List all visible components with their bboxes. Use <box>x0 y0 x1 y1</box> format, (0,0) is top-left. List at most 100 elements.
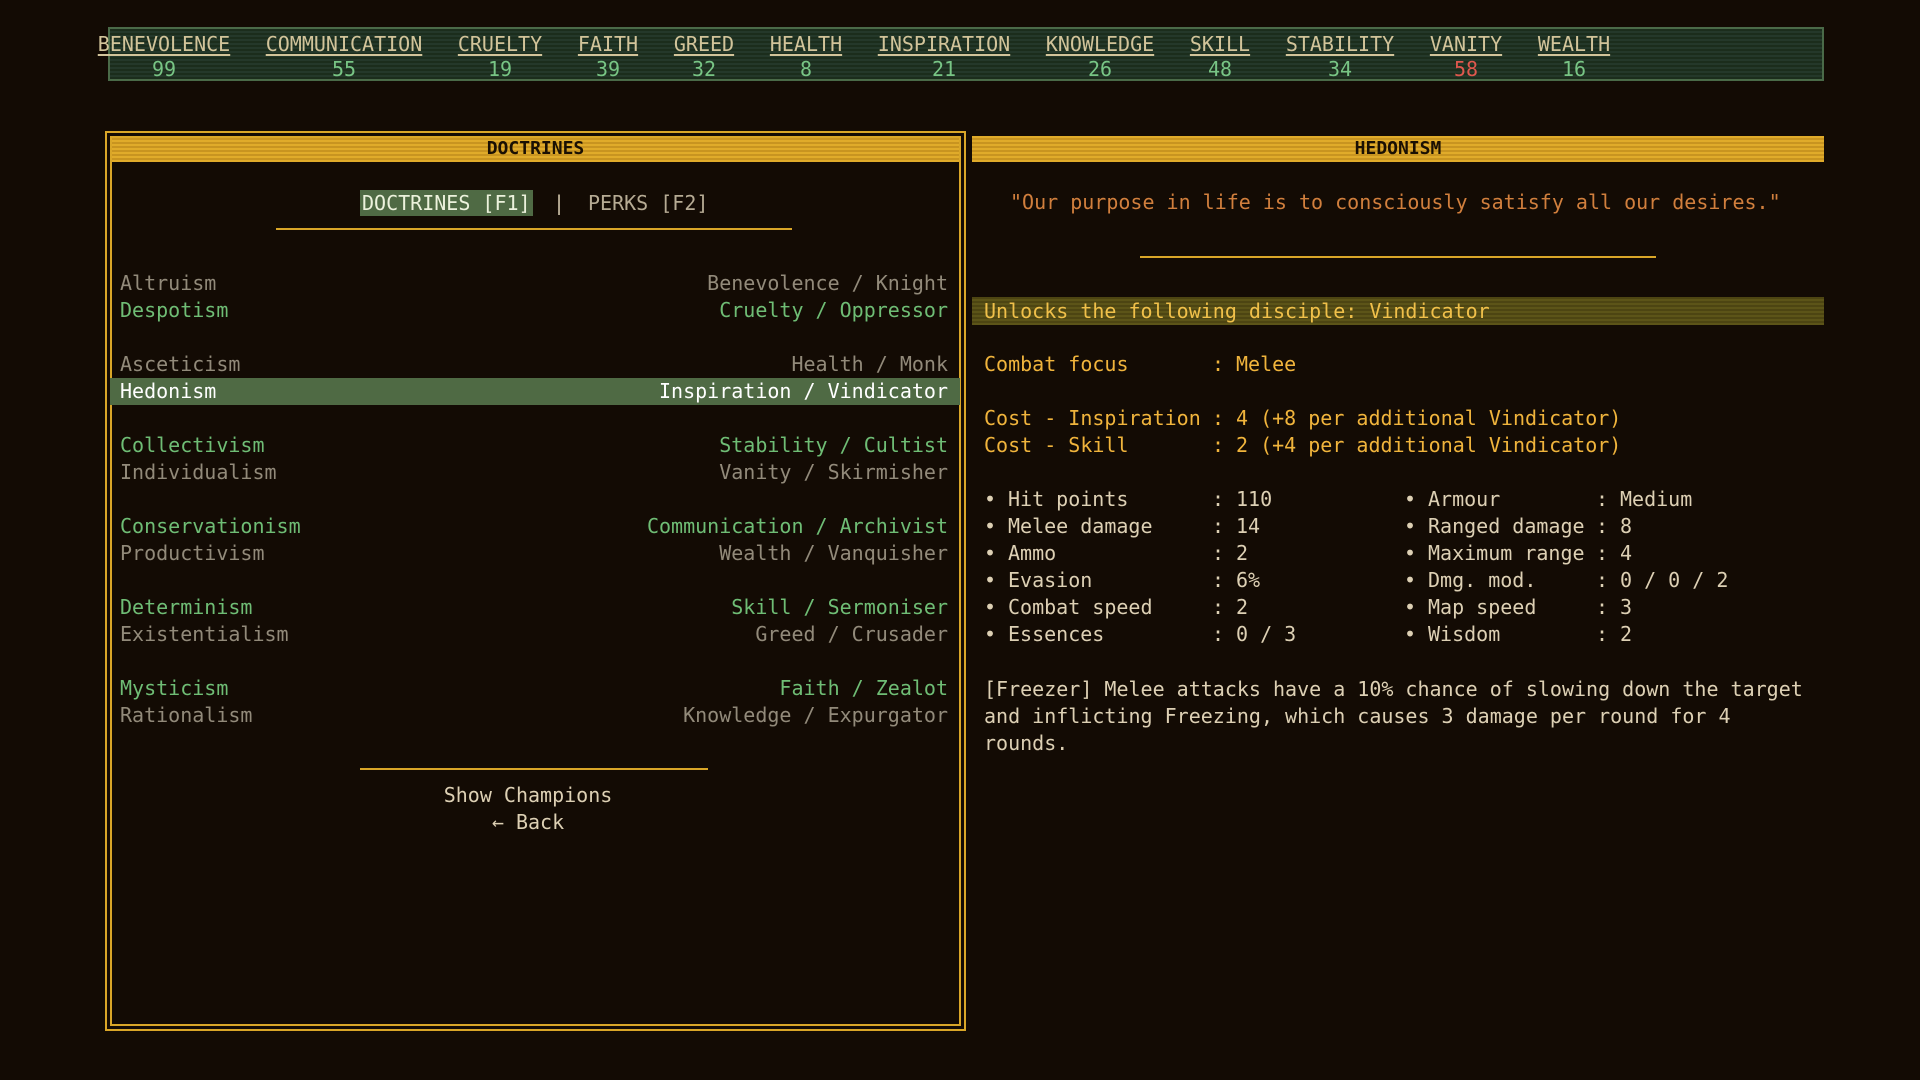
tab-separator: | <box>553 191 566 215</box>
bullet-icon: • <box>1404 622 1417 646</box>
colon-separator: : <box>1596 622 1609 646</box>
resource-vanity: VANITY 58 <box>1430 29 1502 81</box>
resource-value: 55 <box>331 57 357 81</box>
combat-focus-value: Melee <box>1236 352 1297 376</box>
resource-name: SKILL <box>1189 32 1251 56</box>
resource-cruelty: CRUELTY 19 <box>458 29 542 81</box>
resource-value: 48 <box>1207 57 1233 81</box>
doctrine-row-altruism[interactable]: Altruism Benevolence / Knight <box>110 270 960 297</box>
resource-value: 99 <box>151 57 177 81</box>
doctrine-name: Collectivism <box>120 433 265 457</box>
quote-divider <box>1140 256 1656 258</box>
bullet-icon: • <box>984 514 997 538</box>
resource-stability: STABILITY 34 <box>1286 29 1394 81</box>
stat-value: Medium <box>1620 487 1693 511</box>
bullet-icon: • <box>1404 487 1417 511</box>
colon-separator: : <box>1212 541 1225 565</box>
colon-separator: : <box>1212 514 1225 538</box>
doctrine-stat-disciple: Faith / Zealot <box>779 676 948 700</box>
resource-name: INSPIRATION <box>877 32 1011 56</box>
bullet-icon: • <box>1404 595 1417 619</box>
colon-separator: : <box>1212 622 1225 646</box>
resource-name: HEALTH <box>769 32 843 56</box>
bullet-icon: • <box>984 595 997 619</box>
colon-separator: : <box>1212 406 1225 430</box>
doctrine-row-collectivism[interactable]: Collectivism Stability / Cultist <box>110 432 960 459</box>
stat-value: 2 <box>1620 622 1633 646</box>
colon-separator: : <box>1212 487 1225 511</box>
stat-value: 4 <box>1620 541 1633 565</box>
bullet-icon: • <box>984 541 997 565</box>
doctrine-row-conservationism[interactable]: Conservationism Communication / Archivist <box>110 513 960 540</box>
stat-value: 2 <box>1236 595 1249 619</box>
bullet-icon: • <box>1404 514 1417 538</box>
back-button[interactable]: ← Back <box>378 810 678 834</box>
doctrine-stat-disciple: Stability / Cultist <box>719 433 948 457</box>
resource-value: 34 <box>1327 57 1353 81</box>
resource-faith: FAITH 39 <box>578 29 638 81</box>
resource-name: KNOWLEDGE <box>1045 32 1155 56</box>
resource-knowledge: KNOWLEDGE 26 <box>1046 29 1154 81</box>
tabs-divider <box>276 228 792 230</box>
stat-value: 14 <box>1236 514 1261 538</box>
resource-name: GREED <box>673 32 735 56</box>
resource-value: 26 <box>1087 57 1113 81</box>
doctrine-stat-disciple: Greed / Crusader <box>755 622 948 646</box>
stat-label: Essences <box>1008 622 1105 646</box>
doctrine-row-existentialism[interactable]: Existentialism Greed / Crusader <box>110 621 960 648</box>
resource-communication: COMMUNICATION 55 <box>266 29 423 81</box>
doctrine-row-hedonism[interactable]: Hedonism Inspiration / Vindicator <box>110 378 960 405</box>
doctrine-stat-disciple: Health / Monk <box>791 352 948 376</box>
doctrine-name: Hedonism <box>120 379 217 403</box>
stat-value: 110 <box>1236 487 1273 511</box>
doctrine-row-mysticism[interactable]: Mysticism Faith / Zealot <box>110 675 960 702</box>
resource-wealth: WEALTH 16 <box>1538 29 1610 81</box>
doctrine-stat-disciple: Inspiration / Vindicator <box>659 379 948 403</box>
doctrine-row-determinism[interactable]: Determinism Skill / Sermoniser <box>110 594 960 621</box>
doctrine-stat-disciple: Communication / Archivist <box>646 514 948 538</box>
show-champions-button[interactable]: Show Champions <box>378 783 678 807</box>
bullet-icon: • <box>1404 568 1417 592</box>
resource-name: COMMUNICATION <box>265 32 423 56</box>
doctrine-row-productivism[interactable]: Productivism Wealth / Vanquisher <box>110 540 960 567</box>
colon-separator: : <box>1596 595 1609 619</box>
colon-separator: : <box>1212 433 1225 457</box>
stat-label: Dmg. mod. <box>1428 568 1537 592</box>
resource-value: 21 <box>931 57 957 81</box>
cost-label: Cost - Skill <box>984 433 1129 457</box>
doctrine-row-rationalism[interactable]: Rationalism Knowledge / Expurgator <box>110 702 960 729</box>
cost-label: Cost - Inspiration <box>984 406 1201 430</box>
doctrines-panel: DOCTRINES <box>105 131 966 1031</box>
resource-name: BENEVOLENCE <box>97 32 231 56</box>
stat-label: Ranged damage <box>1428 514 1585 538</box>
resource-value: 16 <box>1561 57 1587 81</box>
doctrine-name: Despotism <box>120 298 229 322</box>
resource-name: WEALTH <box>1537 32 1611 56</box>
doctrine-row-individualism[interactable]: Individualism Vanity / Skirmisher <box>110 459 960 486</box>
doctrine-stat-disciple: Knowledge / Expurgator <box>683 703 948 727</box>
resource-name: VANITY <box>1429 32 1503 56</box>
doctrine-name: Asceticism <box>120 352 241 376</box>
tab-perks[interactable]: PERKS [F2] <box>588 190 708 216</box>
doctrine-name: Conservationism <box>120 514 301 538</box>
colon-separator: : <box>1212 568 1225 592</box>
doctrine-row-despotism[interactable]: Despotism Cruelty / Oppressor <box>110 297 960 324</box>
doctrine-quote: "Our purpose in life is to consciously s… <box>1010 190 1781 214</box>
doctrine-name: Productivism <box>120 541 265 565</box>
combat-focus-label: Combat focus <box>984 352 1129 376</box>
stat-label: Maximum range <box>1428 541 1585 565</box>
resource-bar: BENEVOLENCE 99 COMMUNICATION 55 CRUELTY 19 FAI… <box>98 27 1824 81</box>
stat-label: Wisdom <box>1428 622 1501 646</box>
resource-value: 8 <box>799 57 813 81</box>
doctrine-name: Mysticism <box>120 676 229 700</box>
stat-label: Hit points <box>1008 487 1129 511</box>
resource-benevolence: BENEVOLENCE 99 <box>98 29 230 81</box>
resource-value: 58 <box>1453 57 1479 81</box>
stat-value: 8 <box>1620 514 1633 538</box>
tab-doctrines[interactable]: DOCTRINES [F1] <box>360 190 533 216</box>
doctrine-stat-disciple: Skill / Sermoniser <box>731 595 948 619</box>
doctrine-row-asceticism[interactable]: Asceticism Health / Monk <box>110 351 960 378</box>
ability-description: [Freezer] Melee attacks have a 10% chanc… <box>984 677 1803 755</box>
doctrine-name: Altruism <box>120 271 217 295</box>
stat-value: 0 / 0 / 2 <box>1620 568 1729 592</box>
